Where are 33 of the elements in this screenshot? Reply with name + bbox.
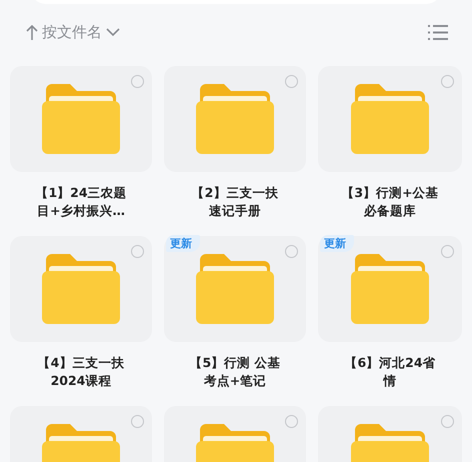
folder-icon: [42, 254, 120, 324]
folder-tile[interactable]: 更新: [318, 236, 462, 342]
folder-icon: [42, 84, 120, 154]
folder-name: 【4】三支一扶 2024课程: [38, 354, 124, 390]
select-radio[interactable]: [285, 415, 298, 428]
sort-button[interactable]: 按文件名: [26, 22, 120, 42]
folder-tile[interactable]: 更新: [164, 236, 306, 342]
select-radio[interactable]: [285, 75, 298, 88]
folder-icon: [196, 84, 274, 154]
update-badge: 更新: [320, 235, 354, 252]
select-radio[interactable]: [131, 415, 144, 428]
folder-icon: [196, 254, 274, 324]
select-radio[interactable]: [441, 415, 454, 428]
folder-tile[interactable]: [164, 66, 306, 172]
select-radio[interactable]: [441, 75, 454, 88]
arrow-up-icon: [26, 24, 38, 40]
folder-icon: [351, 254, 429, 324]
folder-icon: [351, 84, 429, 154]
folder-name: 【1】24三农题 目+乡村振兴…: [35, 184, 127, 220]
update-badge: 更新: [166, 235, 200, 252]
select-radio[interactable]: [131, 245, 144, 258]
folder-name: 【2】三支一扶 速记手册: [192, 184, 278, 220]
folder-tile[interactable]: [10, 66, 152, 172]
select-radio[interactable]: [285, 245, 298, 258]
chevron-down-icon: [106, 28, 120, 36]
folder-tile[interactable]: [318, 66, 462, 172]
folder-name: 【5】行测 公基 考点+笔记: [189, 354, 281, 390]
list-view-icon[interactable]: [428, 24, 448, 40]
select-radio[interactable]: [131, 75, 144, 88]
folder-tile[interactable]: [10, 236, 152, 342]
select-radio[interactable]: [441, 245, 454, 258]
folder-name: 【6】河北24省 情: [344, 354, 436, 390]
folder-name: 【3】行测+公基 必备题库: [341, 184, 439, 220]
